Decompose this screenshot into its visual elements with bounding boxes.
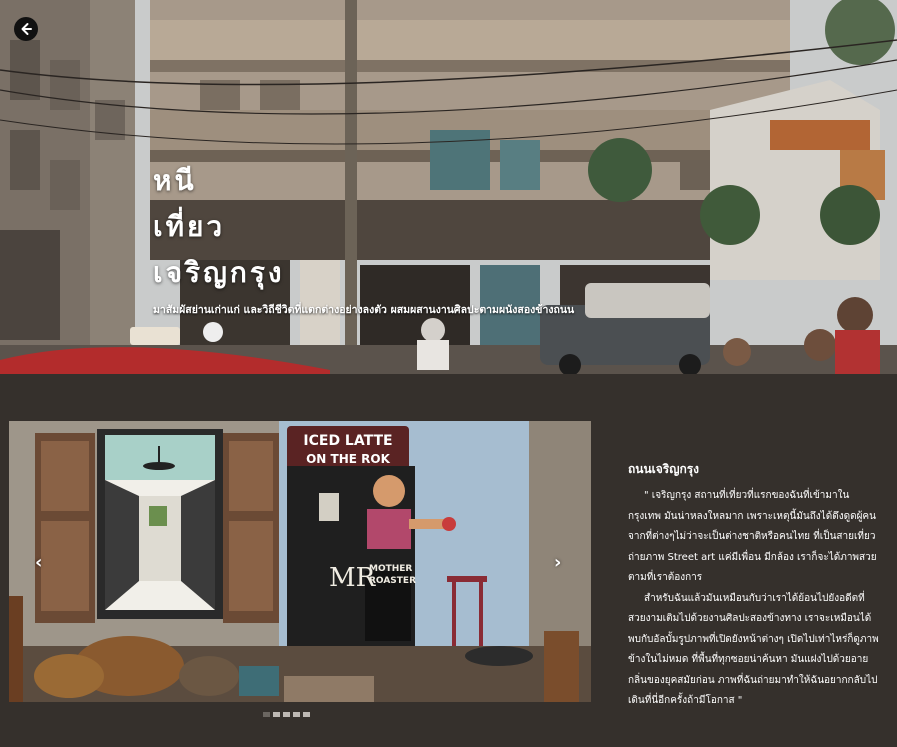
mural-label-line-1: MOTHER	[369, 564, 412, 574]
carousel-prev-button[interactable]: ‹	[35, 553, 42, 573]
mural-sign-line-1: ICED LATTE	[303, 433, 392, 449]
mural-sign-line-2: ON THE ROK	[306, 452, 390, 466]
hero-subtitle: มาสัมผัสย่านเก่าแก่ และวิถีชีวิตที่แตกต่…	[153, 304, 575, 316]
carousel-next-button[interactable]: ›	[554, 553, 561, 573]
carousel-indicator-4[interactable]	[293, 712, 300, 717]
mural-label-line-2: ROASTER	[369, 576, 416, 586]
back-button[interactable]	[14, 17, 38, 41]
carousel-indicators	[263, 712, 310, 717]
article-heading: ถนนเจริญกรุง	[628, 462, 700, 476]
article-paragraph-2: สำหรับฉันแล้วมันเหมือนกับว่าเราได้ย้อนไป…	[628, 592, 879, 707]
article-paragraph-1: " เจริญกรุง สถานที่เที่ยวที่แรกของฉันที่…	[628, 490, 877, 583]
carousel-indicator-3[interactable]	[283, 712, 290, 717]
carousel-indicator-2[interactable]	[273, 712, 280, 717]
article-section: ถนนเจริญกรุง " เจริญกรุง สถานที่เที่ยวที…	[628, 460, 880, 712]
carousel-indicator-1[interactable]	[263, 712, 270, 717]
hero-title-line-2: เที่ยว	[153, 210, 226, 243]
hero-banner: หนี เที่ยว เจริญกรุง มาสัมผัสย่านเก่าแก่…	[0, 0, 897, 374]
hero-title-line-1: หนี	[153, 164, 197, 197]
carousel-indicator-5[interactable]	[303, 712, 310, 717]
arrow-left-icon	[21, 23, 32, 35]
carousel-slide-image: ICED LATTE ON THE ROK MR MOTHER ROASTER	[9, 421, 591, 702]
hero-title-line-3: เจริญกรุง	[153, 256, 285, 289]
hero-title: หนี เที่ยว เจริญกรุง	[153, 158, 285, 296]
photo-carousel: ICED LATTE ON THE ROK MR MOTHER ROASTER	[9, 421, 591, 702]
